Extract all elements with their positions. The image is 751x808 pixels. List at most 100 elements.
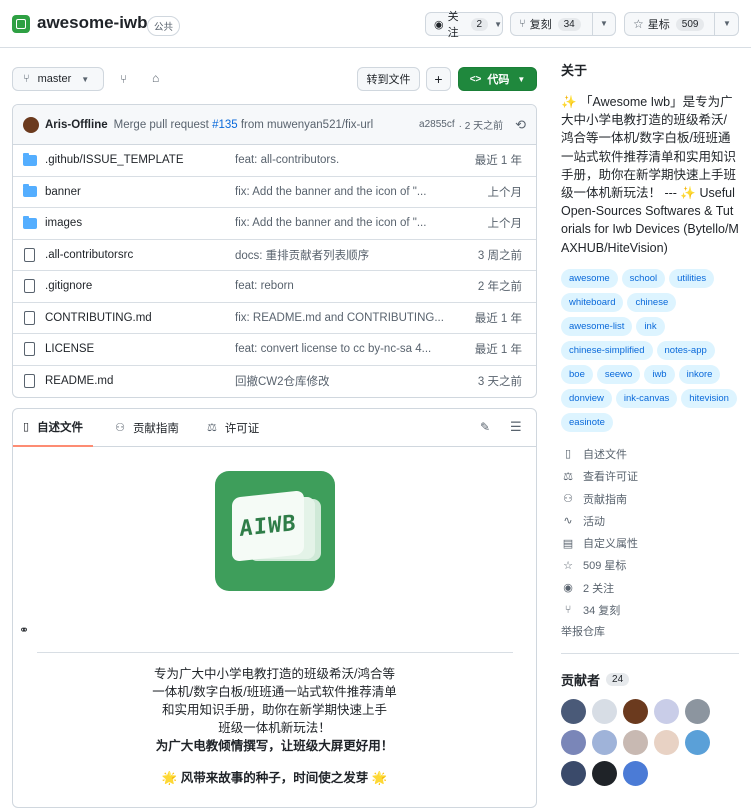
tab-contributing-label: 贡献指南 xyxy=(132,422,179,435)
avatar[interactable] xyxy=(654,699,679,724)
topic-tag[interactable]: ink-canvas xyxy=(615,388,678,408)
sidebar-link[interactable]: ⚖ 查看许可证 xyxy=(561,465,741,487)
table-row[interactable]: images fix: Add the banner and the icon o… xyxy=(13,208,536,240)
topic-tag[interactable]: whiteboard xyxy=(561,292,624,312)
topic-tag[interactable]: chinese xyxy=(627,292,677,312)
sidebar-link[interactable]: ⚇ 贡献指南 xyxy=(561,487,741,509)
file-name[interactable]: banner xyxy=(45,186,81,198)
sidebar-link[interactable]: ☆ 509 星标 xyxy=(561,554,741,576)
edit-icon[interactable]: ✎ xyxy=(480,420,490,434)
chevron-down-icon[interactable]: ▼ xyxy=(723,19,731,28)
commit-message[interactable]: Merge pull request #135 from muwenyan521… xyxy=(114,119,374,131)
table-row[interactable]: banner fix: Add the banner and the icon o… xyxy=(13,177,536,208)
outline-icon[interactable]: ☰ xyxy=(510,419,522,435)
table-row[interactable]: .gitignore feat: reborn 2 年之前 xyxy=(13,271,536,303)
goto-file-button[interactable]: 转到文件 xyxy=(357,67,420,91)
topic-tag[interactable]: notes-app xyxy=(656,340,715,360)
avatar[interactable] xyxy=(623,761,648,786)
file-name[interactable]: .github/ISSUE_TEMPLATE xyxy=(45,154,183,166)
file-commit-date: 2 年之前 xyxy=(477,281,522,294)
sidebar-link[interactable]: ▤ 自定义属性 xyxy=(561,532,741,554)
file-commit-message[interactable]: feat: reborn xyxy=(235,280,455,292)
tab-readme[interactable]: ▯ 自述文件 xyxy=(13,409,94,447)
star-button[interactable]: ☆ 星标 509 ▼ xyxy=(624,12,739,36)
topic-tag[interactable]: school xyxy=(621,268,666,288)
avatar[interactable] xyxy=(592,730,617,755)
commit-sha[interactable]: a2855cf xyxy=(419,119,455,130)
file-name[interactable]: .all-contributorsrc xyxy=(45,249,133,261)
avatar[interactable] xyxy=(654,730,679,755)
avatar[interactable] xyxy=(23,116,39,133)
repo-name[interactable]: awesome-iwb xyxy=(37,13,148,33)
file-commit-message[interactable]: feat: convert license to cc by-nc-sa 4..… xyxy=(235,343,455,355)
sidebar-link[interactable]: ▯ 自述文件 xyxy=(561,443,741,465)
file-name[interactable]: README.md xyxy=(45,375,113,387)
watch-button[interactable]: ◉ 关注 2 ▼ xyxy=(425,11,503,39)
add-file-button[interactable]: + xyxy=(426,67,451,91)
commit-time: · 2 天之前 xyxy=(458,121,504,132)
avatar[interactable] xyxy=(592,699,617,724)
avatar[interactable] xyxy=(561,699,586,724)
table-row[interactable]: CONTRIBUTING.md fix: README.md and CONTRI… xyxy=(13,303,536,334)
topic-tag[interactable]: hitevision xyxy=(681,388,737,408)
file-name[interactable]: .gitignore xyxy=(45,280,92,292)
commit-pr-link[interactable]: #135 xyxy=(212,119,238,131)
avatar[interactable] xyxy=(561,761,586,786)
avatar[interactable] xyxy=(685,699,710,724)
topic-tag[interactable]: easinote xyxy=(561,412,613,432)
topic-tag[interactable]: ink xyxy=(636,316,665,336)
folder-icon xyxy=(23,152,37,166)
table-row[interactable]: .github/ISSUE_TEMPLATE feat: all-contribu… xyxy=(13,145,536,177)
topic-tag[interactable]: awesome-list xyxy=(561,316,633,336)
file-name[interactable]: LICENSE xyxy=(45,343,94,355)
topic-tag[interactable]: boe xyxy=(561,364,593,384)
avatar[interactable] xyxy=(623,730,648,755)
tags-icon[interactable]: ⌂ xyxy=(152,71,159,85)
topic-tag[interactable]: utilities xyxy=(669,268,715,288)
readme-panel: ▯ 自述文件 ⚇ 贡献指南 ⚖ 许可证 ✎ ☰ AIWB ⚭ 专为广大中小学电教… xyxy=(12,408,537,808)
avatar[interactable] xyxy=(561,730,586,755)
file-commit-message[interactable]: fix: Add the banner and the icon of "... xyxy=(235,217,455,229)
topic-tag[interactable]: awesome xyxy=(561,268,618,288)
topic-tag[interactable]: donview xyxy=(561,388,612,408)
contributors-header[interactable]: 贡献者 24 xyxy=(561,670,630,689)
file-name[interactable]: images xyxy=(45,217,82,229)
branch-selector[interactable]: ⑂ master ▼ xyxy=(12,67,104,91)
history-icon[interactable]: ⟲ xyxy=(515,117,526,133)
code-icon: <> xyxy=(469,73,482,85)
tab-license[interactable]: ⚖ 许可证 xyxy=(197,409,269,447)
file-commit-date: 最近 1 年 xyxy=(474,312,522,325)
link-icon[interactable]: ⚭ xyxy=(19,623,29,637)
code-button[interactable]: <> 代码 ▼ xyxy=(458,67,537,91)
file-name-cell: .all-contributorsrc xyxy=(13,247,235,262)
sidebar-link[interactable]: ◉ 2 关注 xyxy=(561,577,741,599)
file-name[interactable]: CONTRIBUTING.md xyxy=(45,312,152,324)
report-repo-link[interactable]: 举报仓库 xyxy=(561,623,741,639)
avatar[interactable] xyxy=(592,761,617,786)
file-commit-message[interactable]: feat: all-contributors. xyxy=(235,154,455,166)
topic-tag[interactable]: seewo xyxy=(596,364,641,384)
branches-icon[interactable]: ⑂ xyxy=(120,72,127,86)
sidebar-link-label: 自定义属性 xyxy=(583,538,638,551)
sidebar-link[interactable]: ⑂ 34 复刻 xyxy=(561,599,741,621)
topic-tag[interactable]: inkore xyxy=(678,364,721,384)
topic-tag[interactable]: chinese-simplified xyxy=(561,340,653,360)
avatar[interactable] xyxy=(685,730,710,755)
file-commit-message[interactable]: fix: README.md and CONTRIBUTING... xyxy=(235,312,455,324)
fork-button[interactable]: ⑂ 复刻 34 ▼ xyxy=(510,12,616,36)
file-commit-message[interactable]: docs: 重排贡献者列表顺序 xyxy=(235,247,455,263)
avatar[interactable] xyxy=(623,699,648,724)
file-commit-date: 最近 1 年 xyxy=(474,155,522,168)
file-commit-message[interactable]: fix: Add the banner and the icon of "... xyxy=(235,186,455,198)
commit-author[interactable]: Aris-Offline xyxy=(45,119,108,131)
people-icon: ⚇ xyxy=(115,422,125,434)
star-label: 星标 xyxy=(647,19,670,31)
file-commit-message[interactable]: 回撤CW2仓库修改 xyxy=(235,373,455,389)
table-row[interactable]: README.md 回撤CW2仓库修改 3 天之前 xyxy=(13,366,536,398)
table-row[interactable]: LICENSE feat: convert license to cc by-nc… xyxy=(13,334,536,366)
sidebar-link[interactable]: ∿ 活动 xyxy=(561,510,741,532)
table-row[interactable]: .all-contributorsrc docs: 重排贡献者列表顺序 3 周之前 xyxy=(13,240,536,271)
tab-contributing[interactable]: ⚇ 贡献指南 xyxy=(105,409,189,447)
topic-tag[interactable]: iwb xyxy=(644,364,675,384)
chevron-down-icon[interactable]: ▼ xyxy=(600,19,608,28)
